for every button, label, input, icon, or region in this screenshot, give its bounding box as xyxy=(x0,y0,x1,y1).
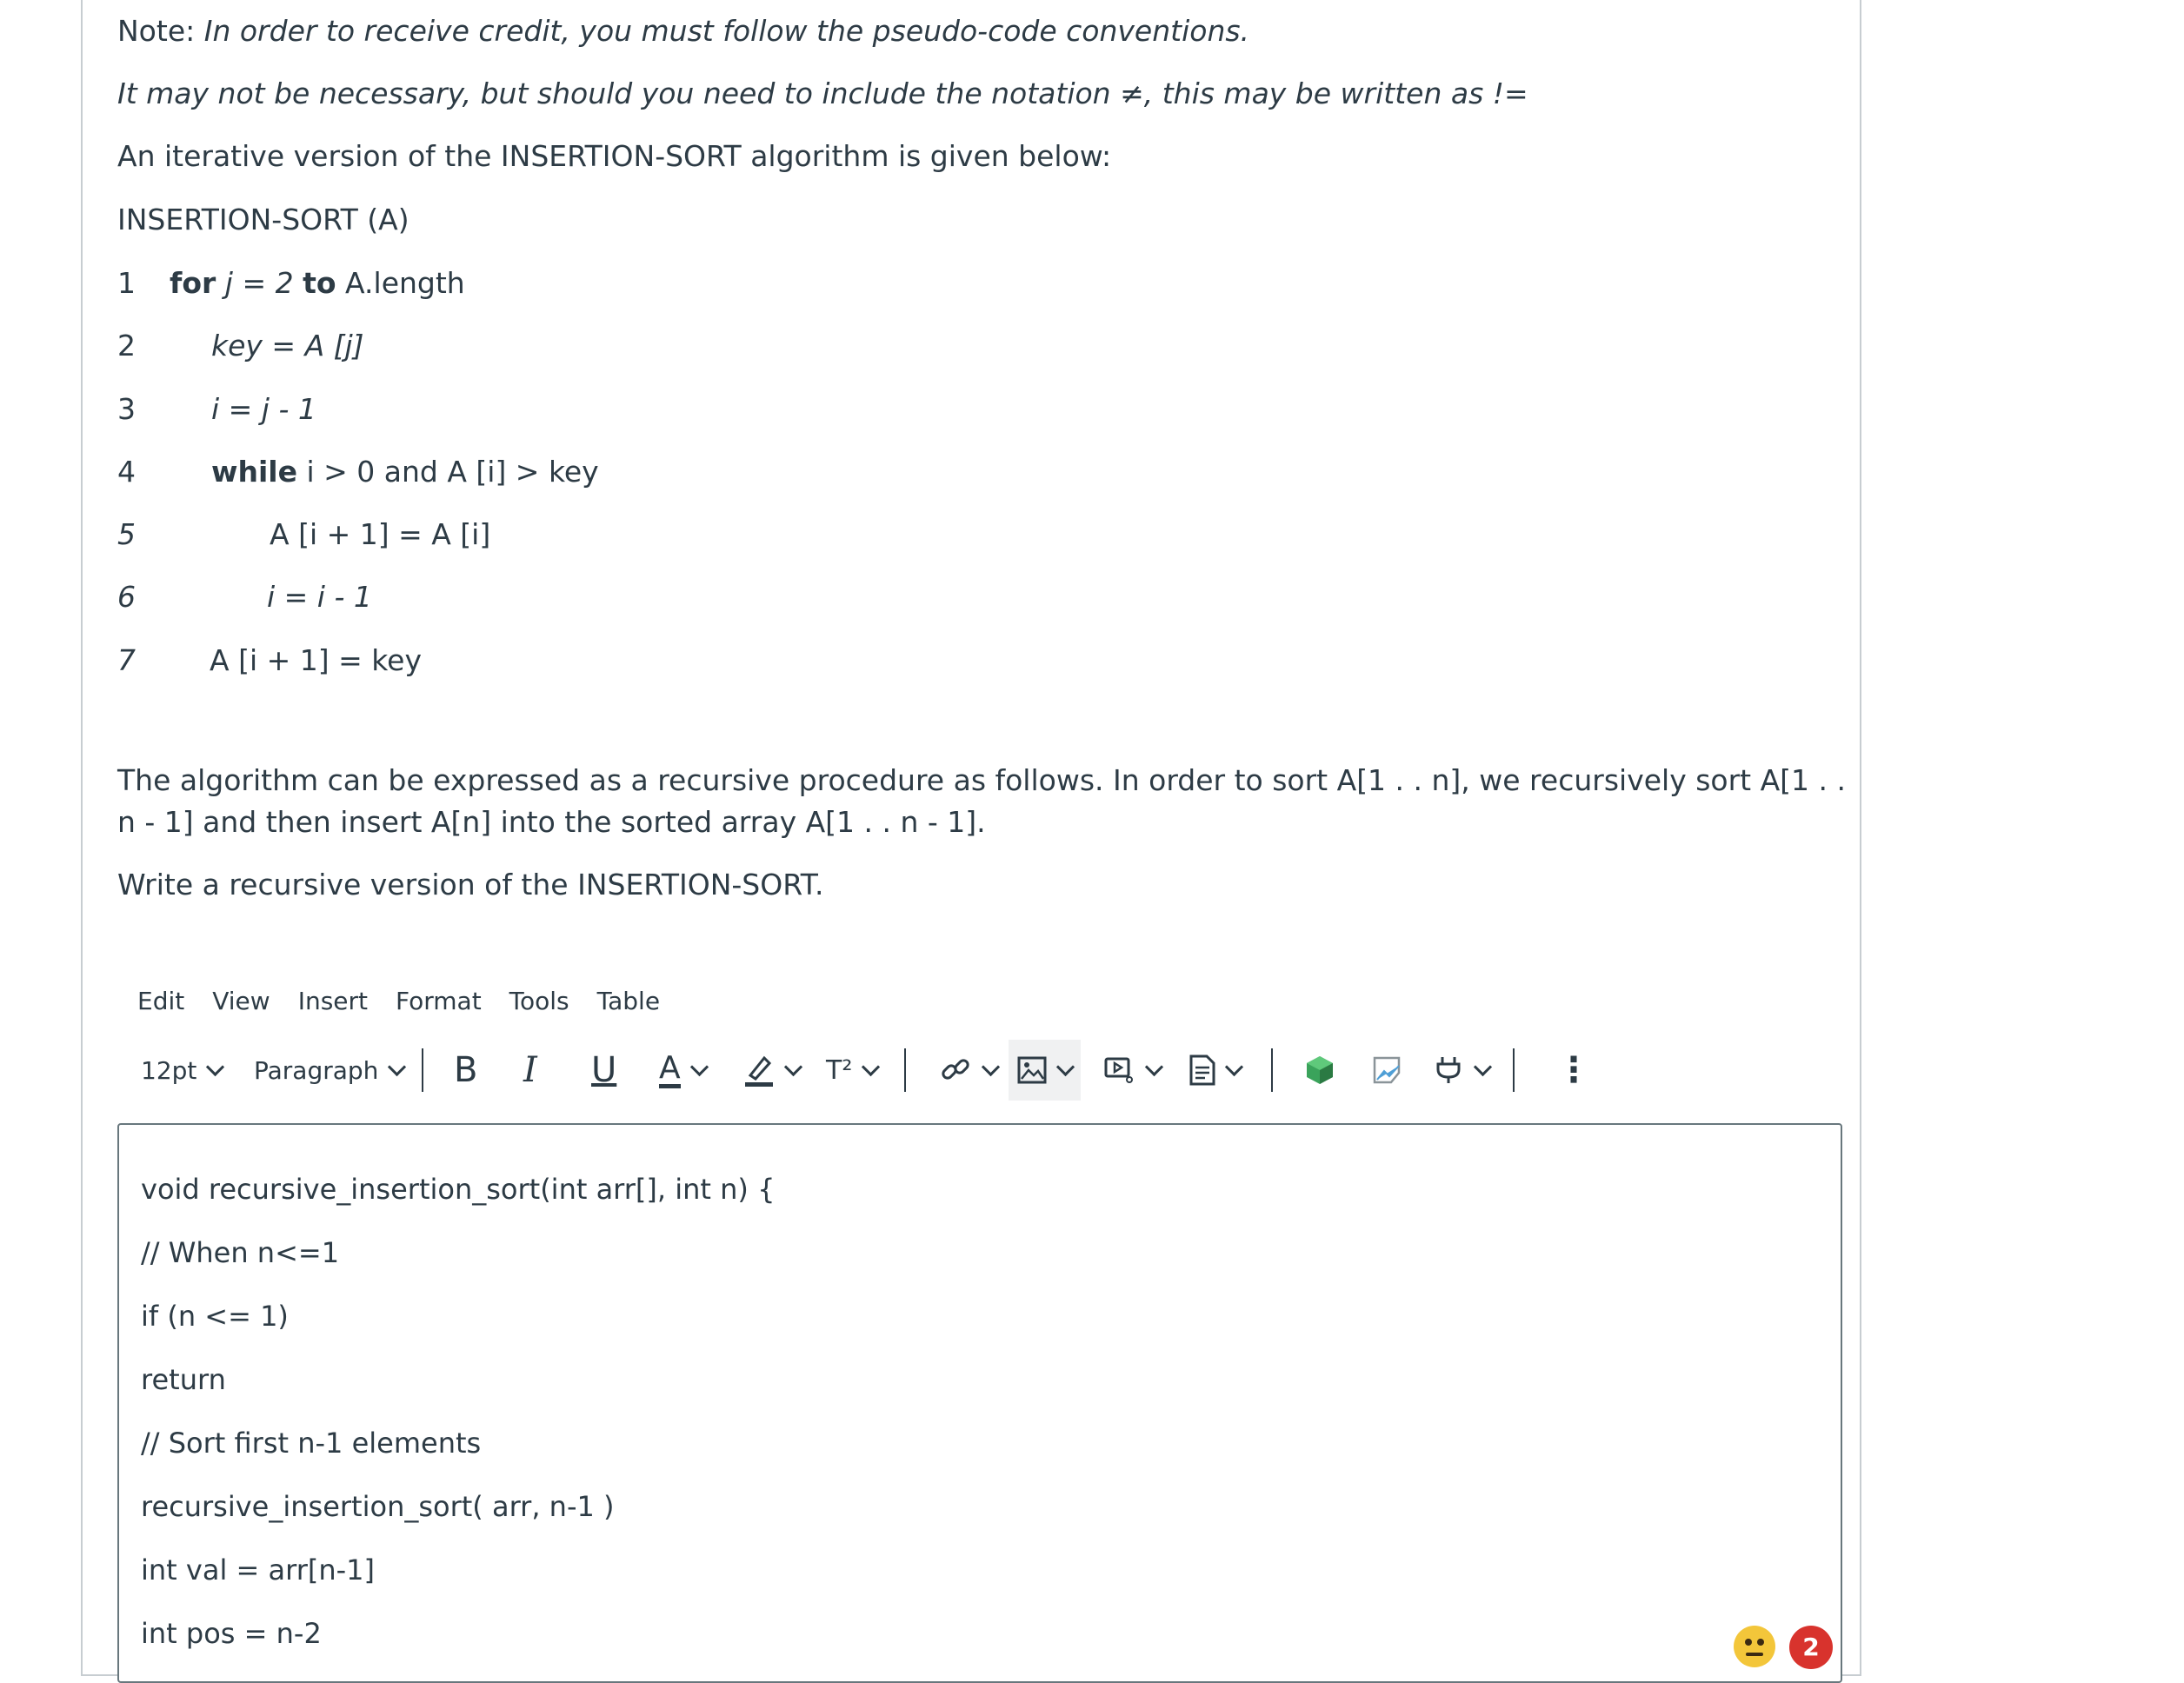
pseudo-line-5: A [i + 1] = A [i] xyxy=(270,517,491,551)
line-number: 7 xyxy=(117,643,136,677)
apps-button[interactable] xyxy=(1304,1040,1335,1101)
pseudo-line-2: key = A [j] xyxy=(211,329,364,363)
plugins-button[interactable] xyxy=(1433,1040,1493,1101)
italic-button[interactable]: I xyxy=(523,1040,537,1101)
toolbar-divider xyxy=(1271,1048,1273,1092)
chevron-down-icon xyxy=(1144,1057,1164,1076)
menu-table[interactable]: Table xyxy=(597,982,660,1021)
cube-icon xyxy=(1307,1056,1333,1084)
line-number: 5 xyxy=(117,517,136,551)
image-button[interactable] xyxy=(1009,1040,1081,1101)
keyword: to xyxy=(303,266,336,300)
line-number: 1 xyxy=(117,266,136,300)
chevron-down-icon xyxy=(783,1057,803,1076)
recursive-description: The algorithm can be expressed as a recu… xyxy=(117,763,1846,839)
menu-edit[interactable]: Edit xyxy=(137,982,184,1021)
editor-line: // When n<=1 xyxy=(141,1236,340,1269)
menu-tools[interactable]: Tools xyxy=(509,982,569,1021)
note-line: Note: In order to receive credit, you mu… xyxy=(117,14,1249,49)
chevron-down-icon xyxy=(689,1057,709,1076)
instruction: Write a recursive version of the INSERTI… xyxy=(117,868,824,901)
line-number: 4 xyxy=(117,455,136,489)
menu-insert[interactable]: Insert xyxy=(298,982,368,1021)
pseudo-line-1: for j = 2 to A.length xyxy=(170,266,465,301)
neutral-face-icon xyxy=(1745,1639,1764,1656)
editor-toolbar: 12pt Paragraph B I U A T² ⋮ xyxy=(130,1040,1608,1101)
pseudo-line-3: i = j - 1 xyxy=(211,392,316,426)
note-text: In order to receive credit, you must fol… xyxy=(203,14,1250,48)
note-prefix: Note: xyxy=(117,14,204,48)
link-button[interactable] xyxy=(939,1040,1001,1101)
editor-line: int val = arr[n-1] xyxy=(141,1553,375,1587)
editor-line: if (n <= 1) xyxy=(141,1300,289,1333)
text-color-button[interactable]: A xyxy=(659,1040,709,1101)
line-number: 2 xyxy=(117,329,136,363)
chevron-down-icon xyxy=(1473,1057,1493,1076)
highlight-color-button[interactable] xyxy=(743,1040,803,1101)
document-icon xyxy=(1189,1054,1215,1086)
line-number: 3 xyxy=(117,392,136,426)
editor-line: void recursive_insertion_sort(int arr[],… xyxy=(141,1173,776,1206)
toolbar-divider xyxy=(904,1048,906,1092)
algorithm-title: INSERTION-SORT (A) xyxy=(117,203,410,236)
pseudo-line-4: while i > 0 and A [i] > key xyxy=(211,455,599,489)
underline-button[interactable]: U xyxy=(591,1040,616,1101)
toolbar-divider xyxy=(1513,1048,1515,1092)
font-size-value: 12pt xyxy=(141,1055,197,1085)
highlighter-icon xyxy=(745,1055,773,1087)
editor-menubar: Edit View Insert Format Tools Table xyxy=(137,982,660,1021)
line-number: 6 xyxy=(117,580,136,614)
code-text: j = 2 xyxy=(216,266,303,300)
chevron-down-icon xyxy=(388,1057,407,1076)
block-format-select[interactable]: Paragraph xyxy=(254,1040,407,1101)
external-tool-button[interactable] xyxy=(1372,1040,1402,1101)
document-button[interactable] xyxy=(1189,1040,1244,1101)
code-text: i > 0 and A [i] > key xyxy=(296,455,599,489)
image-icon xyxy=(1017,1056,1047,1084)
link-icon xyxy=(942,1059,969,1080)
broken-image-icon xyxy=(1373,1056,1401,1084)
notification-badge[interactable]: 2 xyxy=(1789,1626,1833,1669)
toolbar-divider xyxy=(422,1048,423,1092)
keyword: for xyxy=(170,266,216,300)
plug-icon xyxy=(1436,1057,1461,1083)
chevron-down-icon xyxy=(1224,1057,1244,1076)
rich-text-editor[interactable]: void recursive_insertion_sort(int arr[],… xyxy=(117,1123,1842,1683)
notation-note: It may not be necessary, but should you … xyxy=(117,76,1528,110)
media-button[interactable] xyxy=(1104,1040,1164,1101)
algorithm-intro: An iterative version of the INSERTION-SO… xyxy=(117,139,1112,173)
code-text: A.length xyxy=(336,266,465,300)
keyword: while xyxy=(211,455,297,489)
editor-line: recursive_insertion_sort( arr, n-1 ) xyxy=(141,1490,615,1523)
editor-line: int pos = n-2 xyxy=(141,1617,322,1650)
superscript-button[interactable]: T² xyxy=(826,1040,881,1101)
block-format-value: Paragraph xyxy=(254,1055,379,1085)
font-size-select[interactable]: 12pt xyxy=(141,1040,225,1101)
editor-line: // Sort first n-1 elements xyxy=(141,1427,482,1460)
bold-button[interactable]: B xyxy=(454,1040,477,1101)
more-options-button[interactable]: ⋮ xyxy=(1556,1040,1591,1101)
menu-format[interactable]: Format xyxy=(396,982,482,1021)
pseudo-line-7: A [i + 1] = key xyxy=(210,643,423,677)
chevron-down-icon xyxy=(862,1057,881,1076)
editor-line: return xyxy=(141,1363,226,1396)
media-icon xyxy=(1104,1057,1133,1083)
menu-view[interactable]: View xyxy=(212,982,270,1021)
superscript-icon: T² xyxy=(826,1054,853,1086)
chevron-down-icon xyxy=(981,1057,1001,1076)
pseudo-line-6: i = i - 1 xyxy=(267,580,372,614)
chevron-down-icon xyxy=(206,1057,225,1076)
text-color-icon: A xyxy=(659,1052,681,1088)
feedback-emoji-icon[interactable] xyxy=(1734,1626,1775,1667)
chevron-down-icon xyxy=(1055,1057,1075,1076)
